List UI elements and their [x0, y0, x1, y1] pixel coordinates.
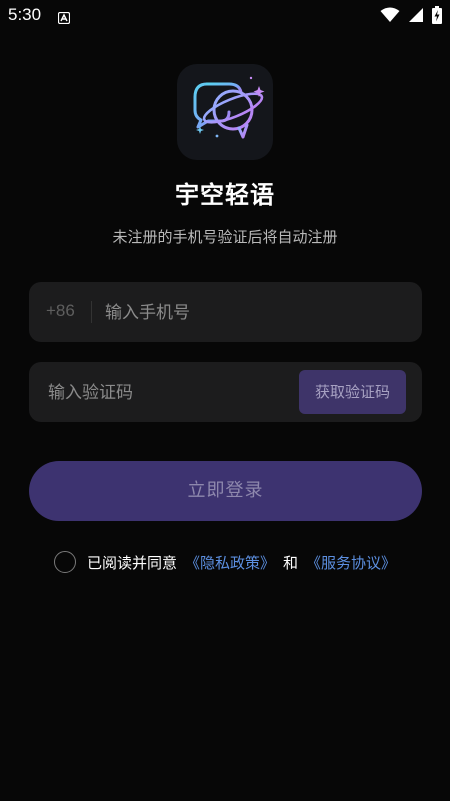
app-logo	[177, 64, 273, 160]
get-code-button[interactable]: 获取验证码	[299, 370, 406, 414]
divider	[91, 301, 92, 323]
privacy-policy-link[interactable]: 《隐私政策》	[185, 552, 275, 573]
agreement-and: 和	[283, 553, 299, 572]
login-button[interactable]: 立即登录	[29, 461, 422, 521]
status-time: 5:30	[8, 5, 42, 24]
planet-chat-bubbles-icon	[193, 76, 265, 139]
phone-input[interactable]	[103, 296, 407, 330]
phone-field: +86	[29, 282, 422, 342]
status-bar: 5:30	[0, 0, 450, 32]
app-subtitle: 未注册的手机号验证后将自动注册	[112, 228, 338, 246]
country-code[interactable]: +86	[46, 301, 75, 321]
status-icons	[380, 6, 442, 28]
agree-checkbox[interactable]	[54, 551, 76, 573]
verification-code-input[interactable]	[46, 376, 290, 410]
app-title: 宇空轻语	[175, 181, 275, 209]
agreement-row: 已阅读并同意 《隐私政策》 和 《服务协议》	[54, 549, 396, 575]
a-logo-icon	[57, 9, 71, 25]
wifi-icon	[380, 7, 400, 27]
service-agreement-link[interactable]: 《服务协议》	[306, 552, 396, 573]
battery-charging-icon	[432, 6, 442, 28]
agreement-prefix: 已阅读并同意	[87, 553, 178, 572]
signal-icon	[408, 7, 424, 27]
verification-code-field: 获取验证码	[29, 362, 422, 422]
